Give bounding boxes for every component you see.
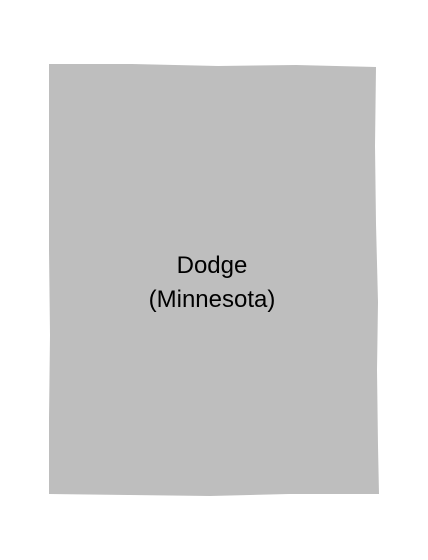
county-name: Dodge xyxy=(176,252,248,279)
map-canvas: Dodge (Minnesota) xyxy=(0,0,428,560)
county-label: Dodge (Minnesota) xyxy=(112,249,312,317)
state-name: (Minnesota) xyxy=(148,286,276,313)
